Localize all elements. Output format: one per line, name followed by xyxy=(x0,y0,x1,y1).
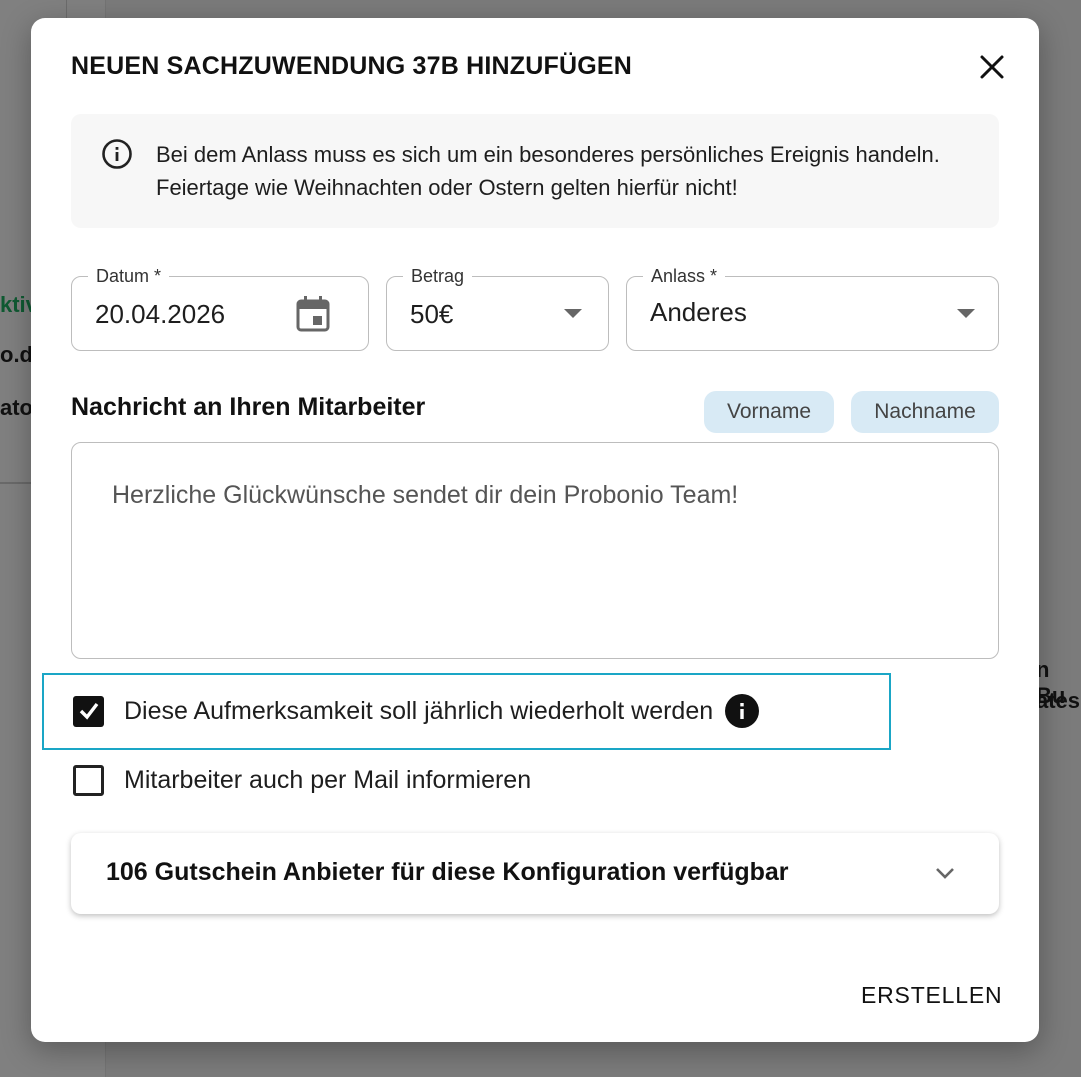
create-button[interactable]: ERSTELLEN xyxy=(851,980,1012,1011)
providers-label: 106 Gutschein Anbieter für diese Konfigu… xyxy=(106,858,789,886)
chip-firstname[interactable]: Vorname xyxy=(704,391,834,433)
amount-select[interactable]: Betrag 50€ xyxy=(386,265,609,351)
date-value: 20.04.2026 xyxy=(95,299,226,329)
yearly-checkbox[interactable] xyxy=(73,695,104,727)
occasion-select[interactable]: Anlass * Anderes xyxy=(626,265,999,351)
calendar-icon[interactable] xyxy=(296,295,330,333)
info-banner: Bei dem Anlass muss es sich um ein beson… xyxy=(71,114,999,228)
info-outline-icon xyxy=(102,139,132,169)
chevron-down-icon xyxy=(936,868,954,879)
date-field[interactable]: Datum * 20.04.2026 xyxy=(71,265,369,351)
amount-value: 50€ xyxy=(410,299,454,329)
background-divider xyxy=(0,482,32,484)
chip-lastname[interactable]: Nachname xyxy=(851,391,999,433)
amount-label: Betrag xyxy=(403,265,473,287)
dialog-title: NEUEN SACHZUWENDUNG 37B HINZUFÜGEN xyxy=(71,52,632,80)
close-icon xyxy=(980,55,1004,79)
background-text: ato xyxy=(0,395,33,420)
dropdown-arrow-icon xyxy=(564,309,582,318)
background-text: ates xyxy=(1036,688,1081,713)
occasion-value: Anderes xyxy=(650,297,747,327)
mail-checkbox[interactable] xyxy=(73,765,104,796)
info-text: Bei dem Anlass muss es sich um ein beson… xyxy=(156,142,940,200)
message-textarea[interactable]: Herzliche Glückwünsche sendet dir dein P… xyxy=(71,442,999,659)
message-title: Nachricht an Ihren Mitarbeiter xyxy=(71,393,426,421)
mail-option[interactable]: Mitarbeiter auch per Mail informieren xyxy=(73,765,531,796)
info-icon[interactable] xyxy=(725,694,760,728)
occasion-label: Anlass * xyxy=(643,265,726,287)
date-label: Datum * xyxy=(88,265,170,287)
providers-accordion[interactable]: 106 Gutschein Anbieter für diese Konfigu… xyxy=(71,833,999,914)
yearly-option[interactable]: Diese Aufmerksamkeit soll jährlich wiede… xyxy=(73,694,760,728)
message-text: Herzliche Glückwünsche sendet dir dein P… xyxy=(112,481,739,509)
add-gift-dialog: NEUEN SACHZUWENDUNG 37B HINZUFÜGEN Bei d… xyxy=(31,18,1039,1042)
info-glyph-icon xyxy=(740,703,744,719)
yearly-label: Diese Aufmerksamkeit soll jährlich wiede… xyxy=(124,696,714,725)
dropdown-arrow-icon xyxy=(957,309,975,318)
checkmark-icon xyxy=(79,702,98,720)
close-button[interactable] xyxy=(973,48,1011,86)
mail-label: Mitarbeiter auch per Mail informieren xyxy=(124,766,532,794)
